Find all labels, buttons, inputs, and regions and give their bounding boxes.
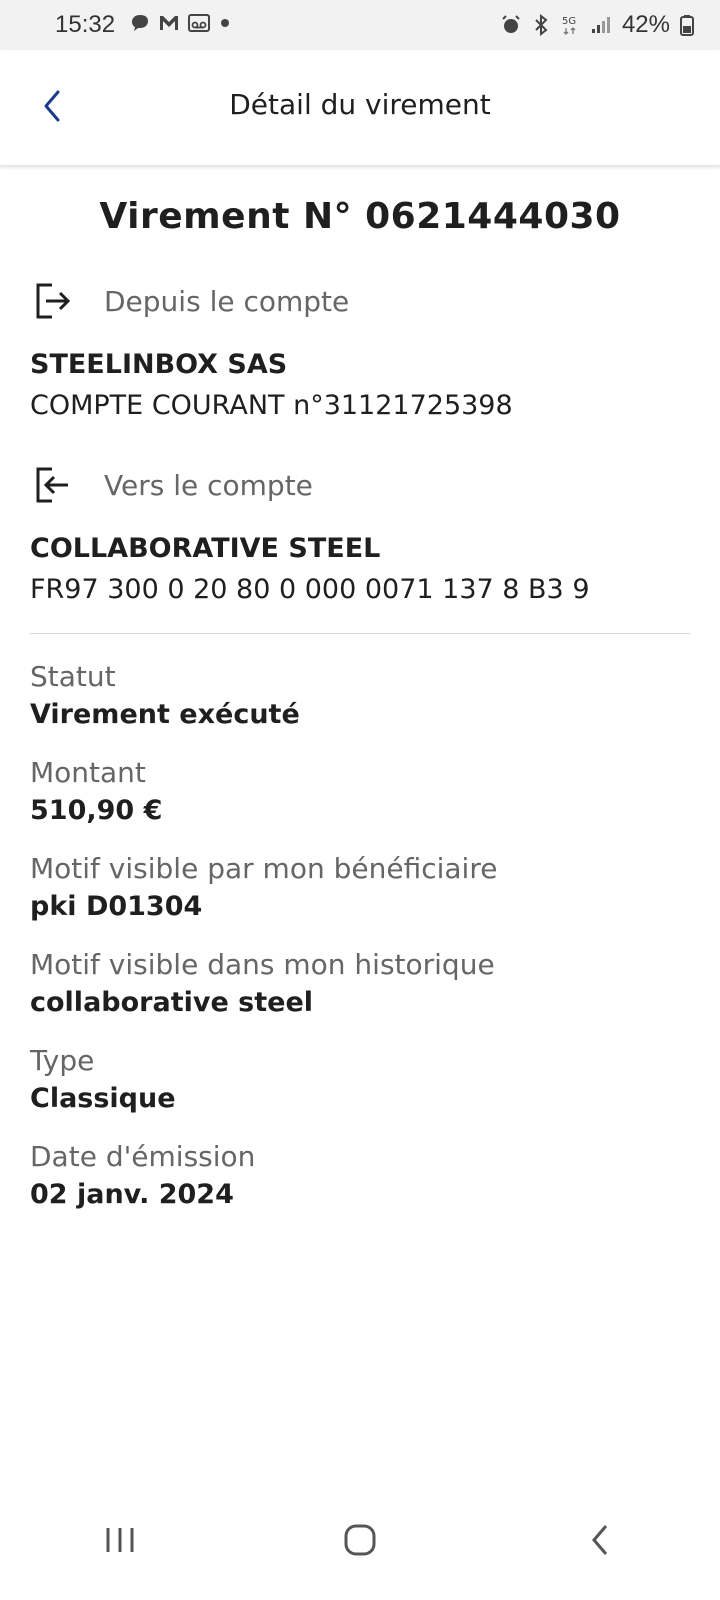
from-account-label: Depuis le compte: [104, 284, 350, 318]
amount-value: 510,90 €: [30, 795, 163, 826]
to-account-name: COLLABORATIVE STEEL: [30, 533, 381, 564]
status-label: Statut: [30, 660, 116, 693]
from-account-name: STEELINBOX SAS: [30, 349, 288, 380]
history-reason-value: collaborative steel: [30, 987, 314, 1018]
system-back-button[interactable]: [560, 1500, 640, 1580]
type-value: Classique: [30, 1083, 176, 1114]
beneficiary-reason-value: pki D01304: [30, 891, 203, 922]
to-account-iban: FR97 300 0 20 80 0 000 0071 137 8 B3 9: [30, 574, 590, 605]
issue-date-value: 02 janv. 2024: [30, 1179, 234, 1210]
app-bar: Détail du virement: [0, 50, 720, 166]
bluetooth-icon: [535, 14, 548, 36]
issue-date-label: Date d'émission: [30, 1140, 256, 1173]
enter-icon: [36, 467, 68, 503]
gmail-icon: [160, 16, 178, 30]
history-reason-field: Motif visible dans mon historique collab…: [30, 948, 690, 1018]
status-bar: 15:32 5G 42%: [0, 0, 720, 50]
amount-field: Montant 510,90 €: [30, 756, 690, 826]
status-value: Virement exécuté: [30, 699, 300, 730]
status-time: 15:32: [55, 11, 116, 38]
type-label: Type: [30, 1044, 95, 1077]
from-account-number: COMPTE COURANT n°31121725398: [30, 390, 513, 421]
exit-icon: [36, 283, 71, 319]
from-account-header: Depuis le compte: [30, 279, 690, 323]
battery-icon: [680, 15, 694, 36]
history-reason-label: Motif visible dans mon historique: [30, 948, 495, 981]
home-icon: [344, 1524, 376, 1556]
transfer-details: Virement N° 0621444030 Depuis le compte …: [30, 166, 690, 1210]
chat-icon: [132, 15, 148, 31]
voicemail-icon: [188, 14, 210, 32]
back-icon: [592, 1525, 608, 1555]
5g-icon: 5G: [562, 16, 576, 35]
beneficiary-reason-label: Motif visible par mon bénéficiaire: [30, 852, 498, 885]
status-left-icons: [130, 13, 232, 33]
transfer-title: Virement N° 0621444030: [99, 196, 621, 237]
home-button[interactable]: [320, 1500, 400, 1580]
signal-icon: [591, 17, 610, 33]
recents-icon: [106, 1528, 134, 1552]
beneficiary-reason-field: Motif visible par mon bénéficiaire pki D…: [30, 852, 690, 922]
page-title: Détail du virement: [229, 88, 491, 121]
status-right-icons: 5G 42%: [500, 11, 694, 39]
type-field: Type Classique: [30, 1044, 690, 1114]
to-account-label: Vers le compte: [104, 468, 313, 502]
recents-button[interactable]: [80, 1500, 160, 1580]
alarm-icon: [502, 15, 520, 33]
system-nav-bar: [0, 1480, 720, 1600]
to-account-header: Vers le compte: [30, 463, 690, 507]
status-field: Statut Virement exécuté: [30, 660, 690, 730]
svg-text:5G: 5G: [562, 16, 576, 27]
dot-icon: [221, 19, 229, 27]
divider: [30, 633, 690, 634]
battery-percentage: 42%: [621, 11, 670, 38]
issue-date-field: Date d'émission 02 janv. 2024: [30, 1140, 690, 1210]
amount-label: Montant: [30, 756, 146, 789]
